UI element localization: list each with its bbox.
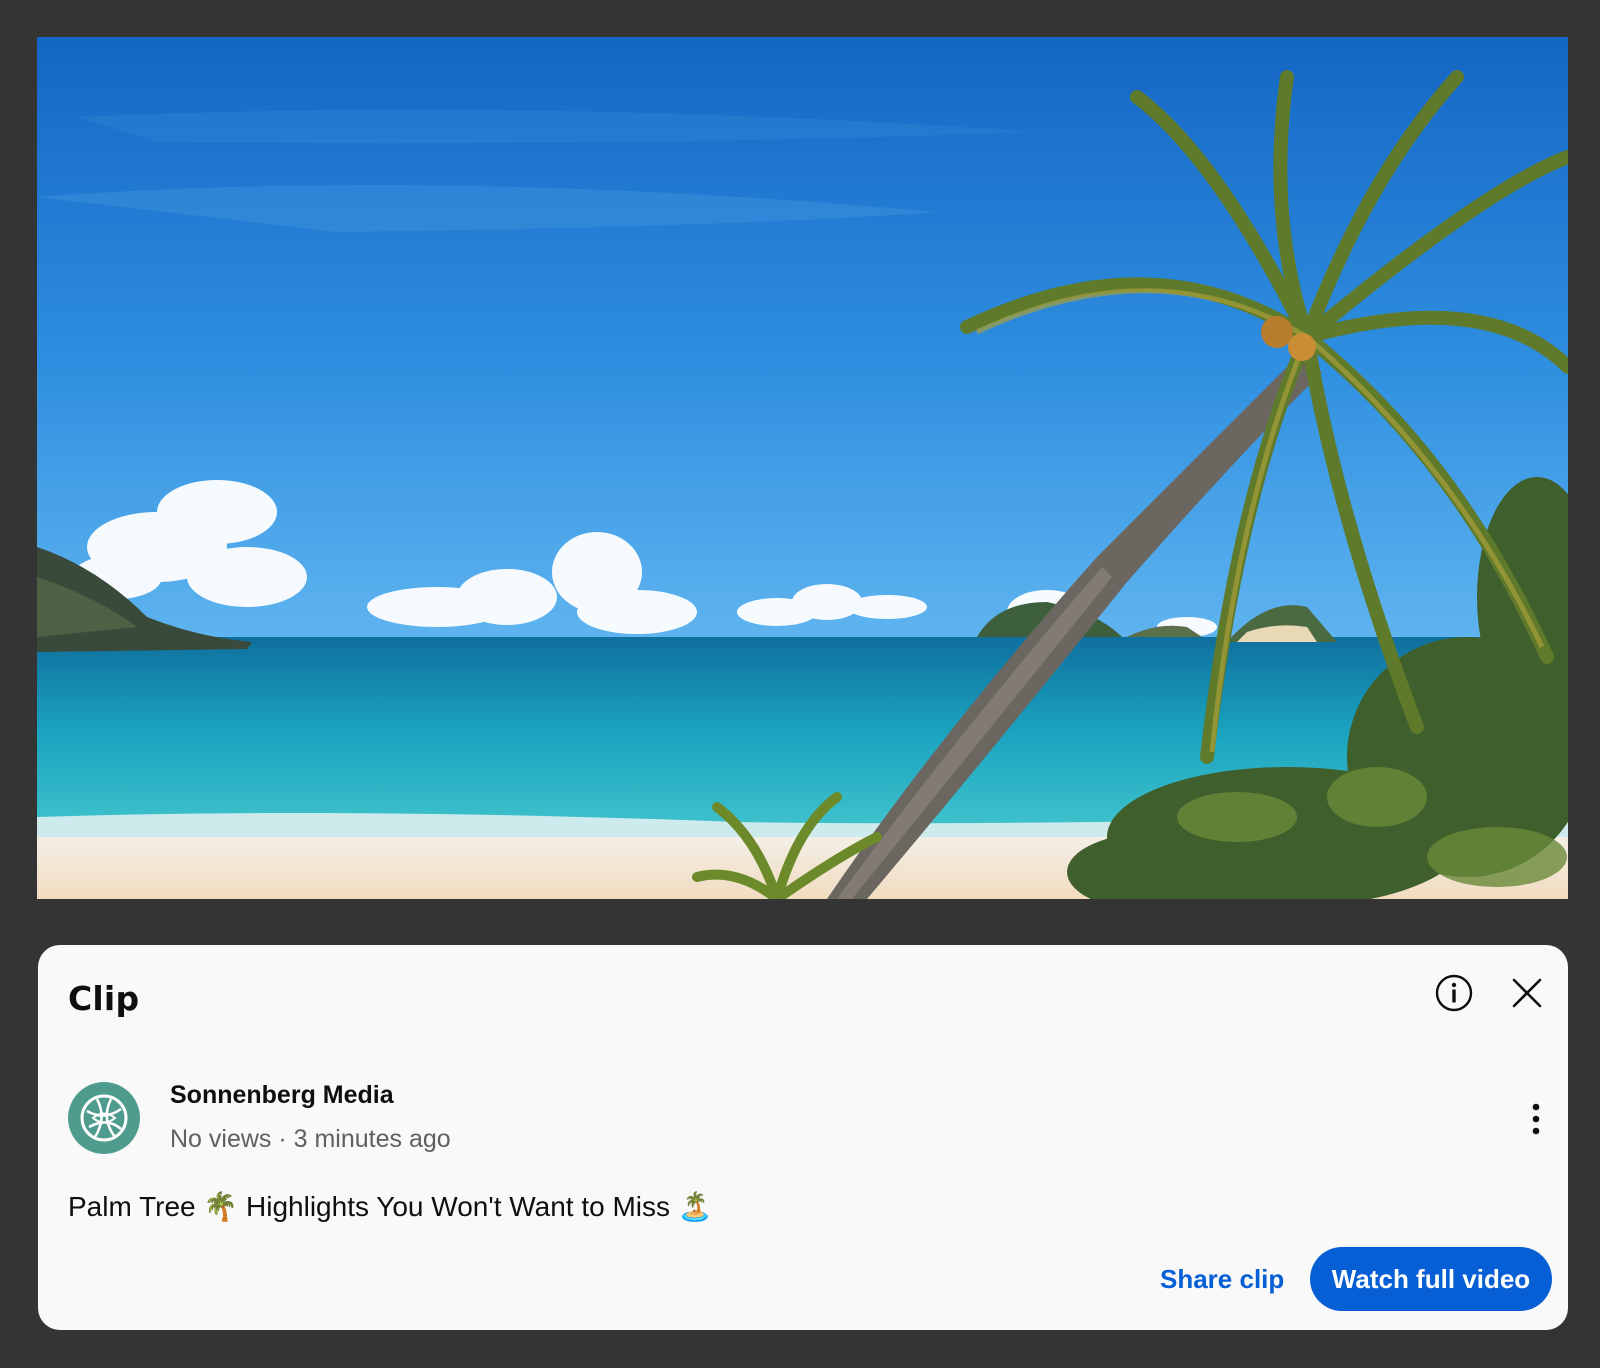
info-button[interactable] xyxy=(1428,967,1480,1019)
close-icon xyxy=(1512,978,1542,1008)
channel-name[interactable]: Sonnenberg Media xyxy=(170,1081,394,1110)
watch-full-video-button[interactable]: Watch full video xyxy=(1310,1247,1552,1311)
video-player[interactable] xyxy=(37,37,1568,899)
channel-avatar[interactable] xyxy=(68,1082,140,1154)
panel-title: Clip xyxy=(68,979,140,1018)
close-button[interactable] xyxy=(1501,967,1553,1019)
beach-scene xyxy=(37,37,1568,899)
info-circle-icon xyxy=(1435,974,1473,1012)
page-frame: Clip Sonnenberg Media No views · 3 minut… xyxy=(0,0,1600,1368)
more-options-button[interactable] xyxy=(1512,1093,1560,1145)
clip-panel: Clip Sonnenberg Media No views · 3 minut… xyxy=(38,945,1568,1330)
globe-leaf-icon xyxy=(80,1094,128,1142)
share-clip-button[interactable]: Share clip xyxy=(1138,1247,1306,1311)
more-vertical-icon xyxy=(1532,1103,1540,1135)
video-meta: No views · 3 minutes ago xyxy=(170,1125,451,1153)
clip-title: Palm Tree 🌴 Highlights You Won't Want to… xyxy=(68,1191,713,1222)
